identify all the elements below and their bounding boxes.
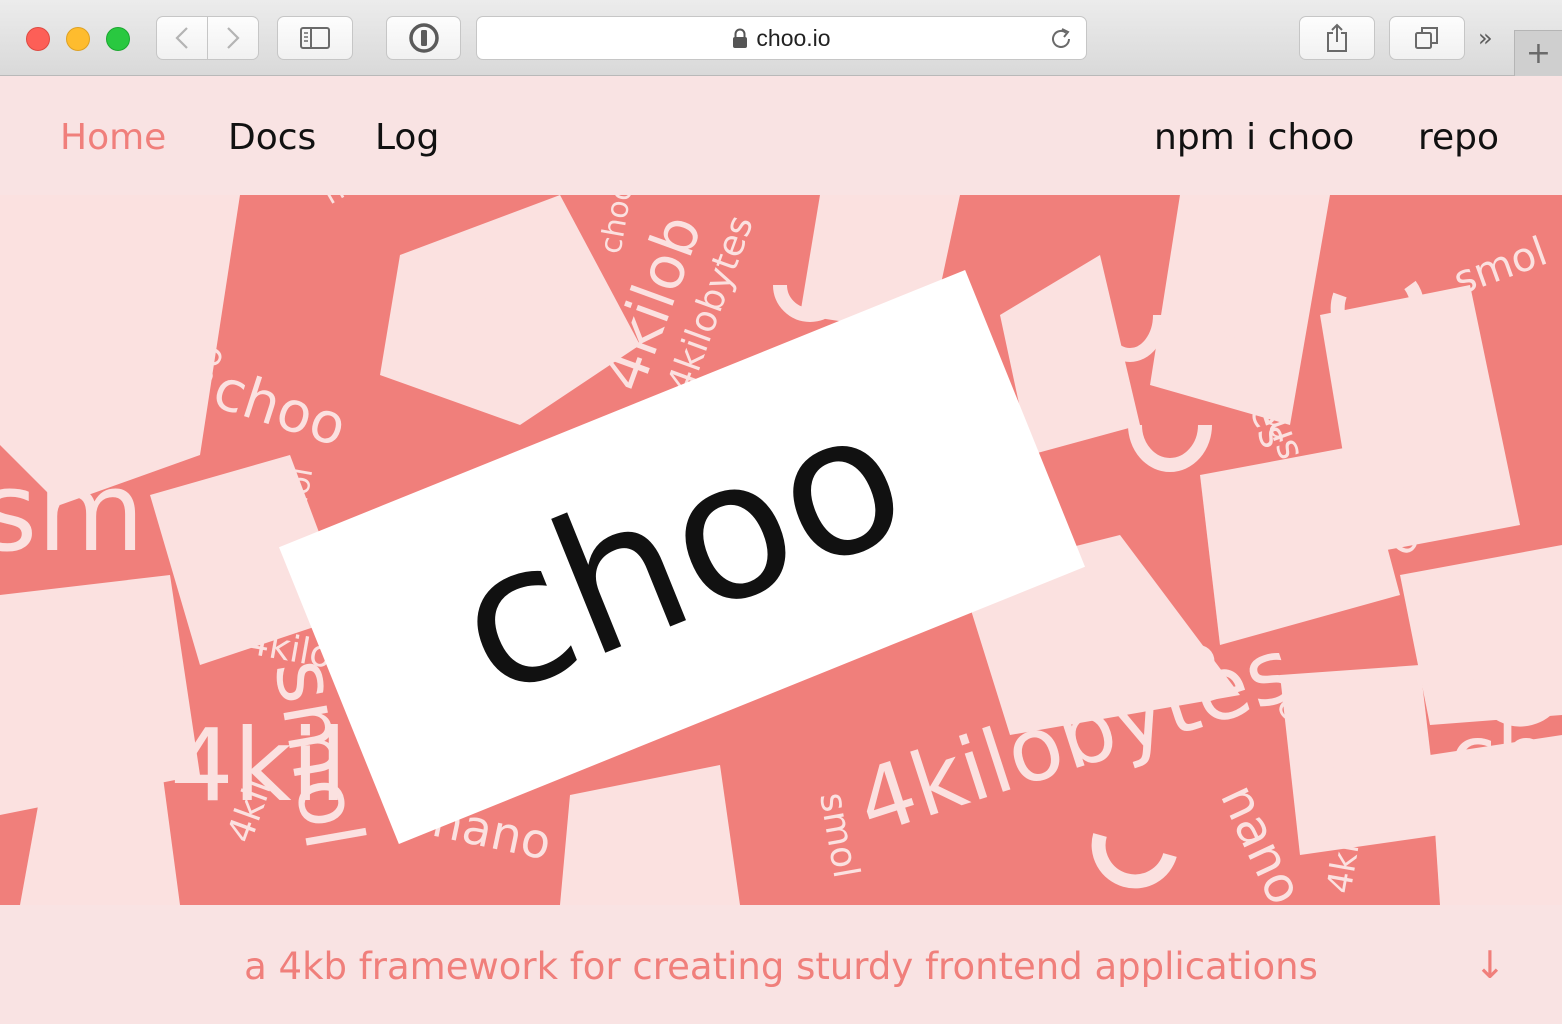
share-icon bbox=[1327, 23, 1347, 52]
reload-icon[interactable] bbox=[1048, 26, 1074, 52]
forward-button[interactable] bbox=[207, 17, 258, 59]
browser-toolbar: choo.io » + bbox=[0, 0, 1562, 76]
sidebar-button[interactable] bbox=[277, 16, 353, 60]
tagline-row: a 4kb framework for creating sturdy fron… bbox=[0, 905, 1562, 1024]
address-url: choo.io bbox=[756, 24, 831, 51]
zoom-window-button[interactable] bbox=[106, 27, 130, 51]
collage-word: sm bbox=[0, 448, 144, 576]
chevron-left-icon bbox=[175, 27, 188, 49]
nav-repo-link[interactable]: repo bbox=[1418, 117, 1499, 158]
address-bar[interactable]: choo.io bbox=[476, 16, 1087, 60]
collage-word: smol bbox=[597, 847, 691, 899]
tab-overview-icon bbox=[1415, 27, 1438, 49]
collage-graphic: choo nano 4kilobytes smol 4kilob nano sm… bbox=[0, 195, 1562, 905]
close-window-button[interactable] bbox=[26, 27, 50, 51]
scroll-down-arrow-icon[interactable]: ↓ bbox=[1474, 943, 1506, 987]
collage-stroke bbox=[1128, 424, 1212, 472]
tab-overview-button[interactable] bbox=[1389, 16, 1465, 60]
collage-word: smol bbox=[811, 789, 866, 881]
collage-word: smol bbox=[1448, 229, 1553, 305]
site-nav: Home Docs Log npm i choo repo bbox=[0, 77, 1562, 195]
minimize-window-button[interactable] bbox=[66, 27, 90, 51]
nav-home-link[interactable]: Home bbox=[60, 117, 166, 158]
collage-word: choo bbox=[593, 195, 640, 256]
nav-install-link[interactable]: npm i choo bbox=[1154, 117, 1354, 158]
password-manager-button[interactable] bbox=[386, 16, 461, 60]
back-button[interactable] bbox=[157, 17, 207, 59]
collage-word: nano bbox=[317, 195, 399, 212]
hero-collage: choo nano 4kilobytes smol 4kilob nano sm… bbox=[0, 195, 1562, 905]
lock-icon bbox=[733, 28, 748, 48]
sidebar-icon bbox=[300, 27, 330, 49]
chevron-double-right-icon[interactable]: » bbox=[1478, 24, 1493, 52]
share-button[interactable] bbox=[1299, 16, 1375, 60]
collage-stroke bbox=[1091, 833, 1177, 889]
nav-docs-link[interactable]: Docs bbox=[228, 117, 316, 158]
chevron-right-icon bbox=[227, 27, 240, 49]
tagline: a 4kb framework for creating sturdy fron… bbox=[244, 945, 1318, 988]
history-nav bbox=[156, 16, 259, 60]
password-manager-icon bbox=[408, 23, 439, 53]
collage-word: 4kil bbox=[170, 707, 347, 824]
nav-log-link[interactable]: Log bbox=[375, 117, 439, 158]
new-tab-button[interactable]: + bbox=[1514, 30, 1562, 76]
collage-word: choo bbox=[206, 356, 354, 459]
